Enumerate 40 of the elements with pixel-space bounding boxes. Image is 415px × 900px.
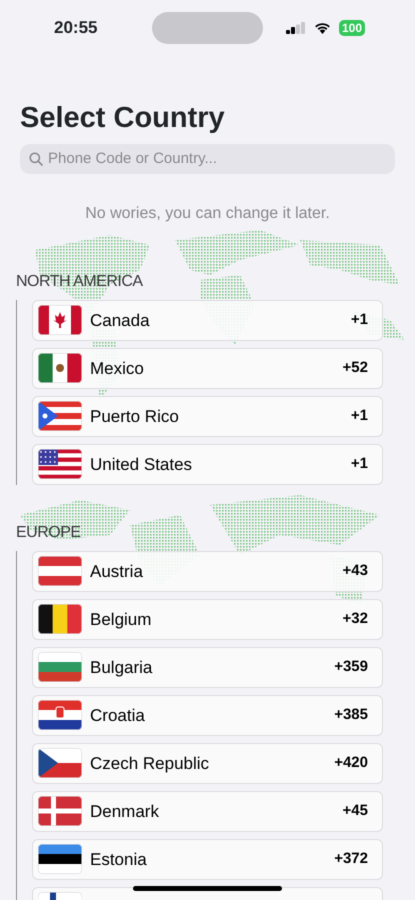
battery-level: 100 (338, 20, 365, 36)
phone-code: +359 (334, 657, 368, 678)
country-name: Denmark (90, 800, 159, 823)
country-row[interactable]: Austria +43 (32, 550, 383, 592)
section-header: NORTH AMERICA (16, 272, 144, 292)
phone-code: +52 (342, 358, 368, 378)
search-field[interactable]: Phone Code or Country... (20, 144, 395, 174)
country-row[interactable]: United States +1 (32, 444, 383, 485)
hint-text: No wories, you can change it later. (84, 204, 331, 224)
section-header: EUROPE (16, 522, 82, 543)
page-title: Select Country (20, 101, 226, 136)
phone-code: +1 (350, 406, 368, 426)
country-row[interactable]: Denmark +45 (32, 790, 383, 832)
country-name: Estonia (90, 848, 147, 871)
country-name: Mexico (90, 358, 144, 380)
clock-time: 20:55 (54, 17, 98, 40)
country-name: Croatia (90, 704, 145, 727)
phone-code: +1 (350, 454, 368, 474)
country-name: Czech Republic (90, 752, 210, 775)
country-row[interactable]: Bulgaria +359 (32, 646, 383, 688)
country-row[interactable]: Puerto Rico +1 (32, 396, 383, 437)
phone-code: +43 (342, 561, 368, 582)
country-name: Belgium (90, 608, 152, 631)
phone-code: +385 (334, 705, 368, 726)
country-name: Bulgaria (90, 656, 152, 679)
country-row[interactable]: Estonia +372 (32, 838, 383, 880)
phone-code: +372 (334, 849, 368, 870)
phone-code: +32 (342, 609, 368, 630)
country-row[interactable]: Croatia +385 (32, 694, 383, 736)
country-row[interactable]: Canada +1 (32, 300, 383, 341)
country-row[interactable]: Czech Republic +420 (32, 742, 383, 784)
country-name: Puerto Rico (90, 406, 179, 428)
phone-code: +420 (334, 753, 368, 774)
country-row[interactable]: Belgium +32 (32, 598, 383, 640)
phone-code: +1 (350, 310, 368, 330)
country-name: Austria (90, 560, 143, 583)
country-name: Canada (90, 310, 150, 332)
country-name: United States (90, 454, 192, 476)
country-row[interactable]: Mexico +52 (32, 348, 383, 389)
phone-code: +45 (342, 801, 368, 822)
